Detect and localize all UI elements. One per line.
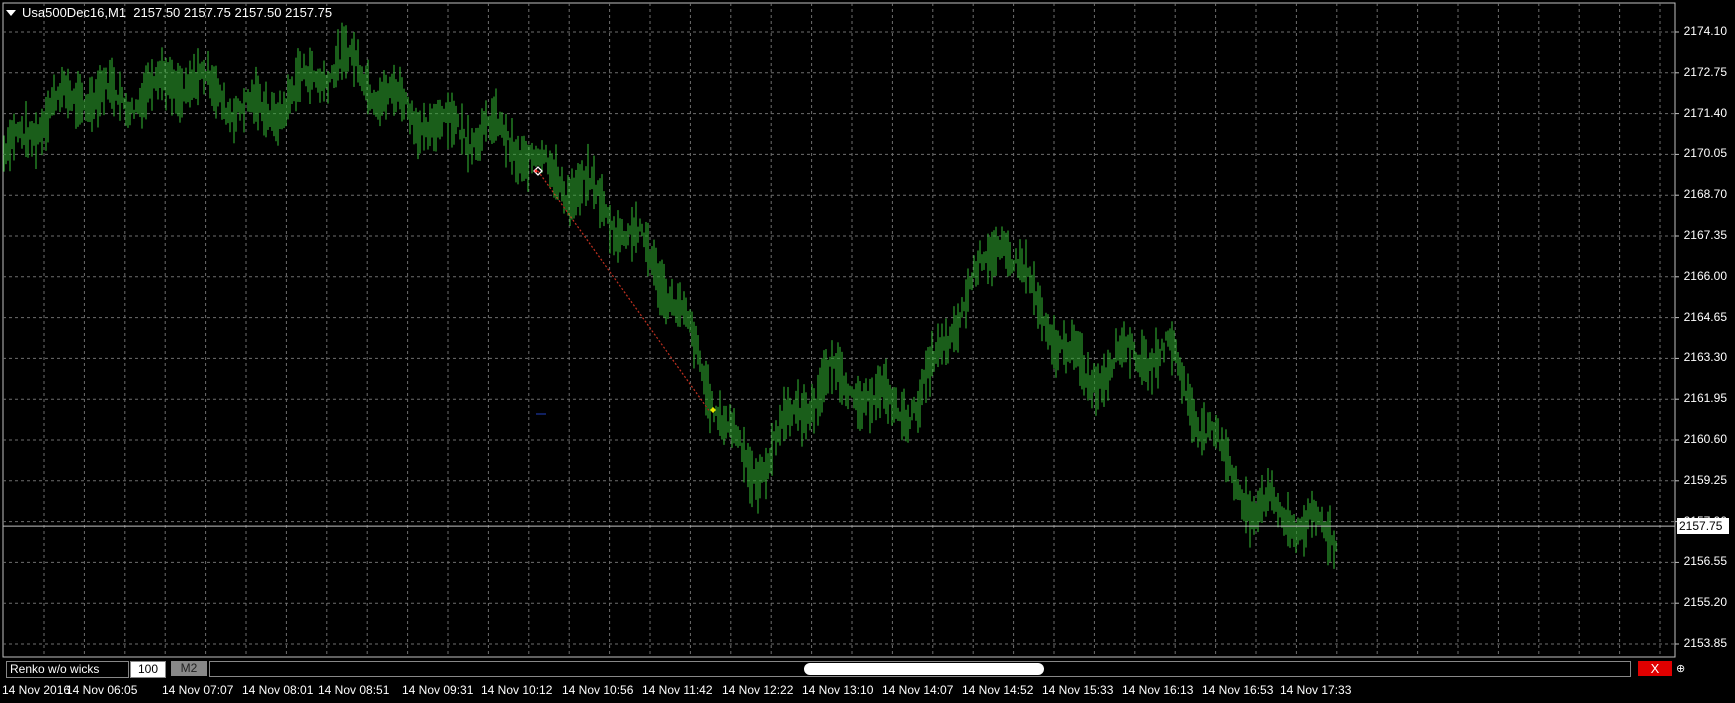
price-tick-label: 2160.60 [1683, 432, 1727, 446]
price-tick-label: 2163.30 [1683, 350, 1727, 365]
time-tick-label: 14 Nov 09:31 [402, 683, 474, 697]
time-tick-label: 14 Nov 10:56 [562, 683, 634, 697]
time-tick-label: 14 Nov 15:33 [1042, 683, 1114, 697]
redacted-area [804, 663, 1044, 675]
price-tick-label: 2167.35 [1683, 228, 1727, 242]
price-tick-label: 2166.00 [1683, 268, 1727, 283]
time-tick-label: 14 Nov 08:01 [242, 683, 314, 697]
trade-open-dot [534, 169, 538, 173]
price-tick-label: 2170.05 [1683, 146, 1727, 161]
lock-icon[interactable]: ⊕ [1676, 662, 1686, 675]
time-tick-label: 14 Nov 07:07 [162, 683, 234, 697]
ohlc-label: 2157.50 2157.75 2157.50 2157.75 [133, 5, 333, 21]
indicator-name[interactable]: Renko w/o wicks [6, 661, 129, 678]
time-tick-label: 14 Nov 16:13 [1122, 683, 1194, 697]
box-size-input[interactable]: 100 [130, 661, 166, 678]
time-tick-label: 14 Nov 12:22 [722, 683, 794, 697]
time-tick-label: 14 Nov 13:10 [802, 683, 874, 697]
price-tick-label: 2171.40 [1683, 105, 1727, 120]
price-tick-label: 2155.20 [1683, 595, 1727, 610]
price-chart[interactable] [0, 0, 1735, 703]
symbol-label: Usa500Dec16,M1 [22, 5, 127, 21]
dropdown-triangle-icon[interactable] [6, 9, 16, 16]
indicator-toolbar: Renko w/o wicks 100 M2 X ⊕ [4, 660, 1686, 678]
price-tick-label: 2161.95 [1683, 391, 1727, 406]
price-tick-label: 2153.85 [1683, 636, 1727, 650]
time-tick-label: 14 Nov 17:33 [1280, 683, 1352, 697]
time-tick-label: 14 Nov 14:52 [962, 683, 1034, 697]
price-tick-label: 2172.75 [1683, 64, 1727, 79]
trade-close-marker-icon [710, 407, 716, 413]
price-tick-label: 2164.65 [1683, 309, 1727, 324]
time-tick-label: 14 Nov 08:51 [318, 683, 390, 697]
time-tick-label: 14 Nov 2016 [2, 683, 71, 697]
current-price-label: 2157.75 [1677, 518, 1729, 535]
time-tick-label: 14 Nov 16:53 [1202, 683, 1274, 697]
time-tick-label: 14 Nov 14:07 [882, 683, 954, 697]
time-tick-label: 14 Nov 10:12 [481, 683, 553, 697]
timeframe-button[interactable]: M2 [171, 661, 207, 676]
price-tick-label: 2159.25 [1683, 472, 1727, 487]
time-tick-label: 14 Nov 06:05 [66, 683, 138, 697]
time-tick-label: 14 Nov 11:42 [642, 683, 713, 697]
chart-header: Usa500Dec16,M1 2157.50 2157.75 2157.50 2… [6, 4, 332, 20]
price-tick-label: 2174.10 [1683, 24, 1727, 38]
close-button[interactable]: X [1638, 661, 1672, 676]
price-tick-label: 2156.55 [1683, 554, 1727, 569]
price-tick-label: 2168.70 [1683, 187, 1727, 202]
